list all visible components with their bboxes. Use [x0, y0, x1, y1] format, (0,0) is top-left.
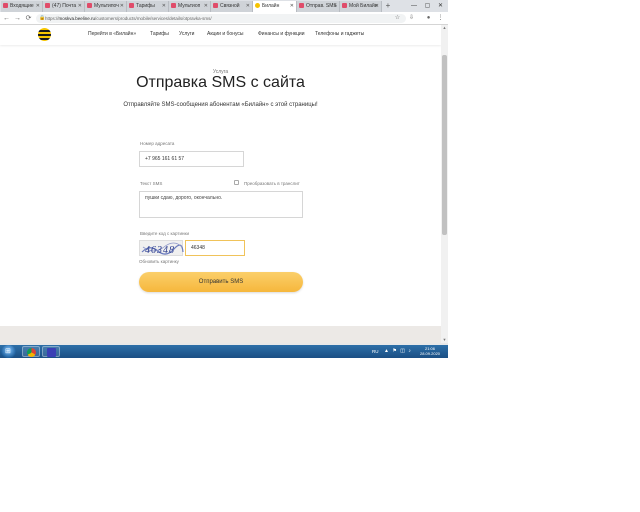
extension-icon[interactable]: ⇩ — [407, 13, 416, 24]
sms-label: Текст SMS — [140, 181, 163, 186]
captcha-label: Введите код с картинки — [140, 231, 189, 236]
taskbar-app[interactable] — [42, 346, 60, 357]
browser-tabstrip: Входящие ✕ (47) Почта ✕ Мультипоч ✕ Тарифы ✕… — [0, 0, 448, 12]
send-sms-button[interactable]: Отправить SMS — [139, 272, 303, 292]
tray-icons[interactable]: ▲ ⚑ ◫ ♪ — [384, 348, 412, 354]
windows-logo-icon: ⊞ — [5, 348, 11, 355]
clock-date: 28.09.2020 — [420, 351, 441, 356]
forward-icon[interactable]: → — [13, 13, 22, 24]
system-tray: RU ▲ ⚑ ◫ ♪ 21:06 28.09.2020 — [368, 345, 448, 358]
tab-6-active[interactable]: Билайн ✕ — [253, 1, 297, 12]
tab-4[interactable]: Мультиоп ✕ — [169, 1, 211, 12]
tab-label: (47) Почта — [52, 3, 77, 9]
new-tab-button[interactable]: + — [383, 1, 393, 11]
app-icon — [47, 348, 56, 357]
translit-label: Преобразовать в транслит — [244, 181, 300, 186]
beeline-favicon-icon — [255, 3, 260, 9]
tab-favicon-icon — [171, 3, 176, 9]
tab-5[interactable]: Связной ✕ — [211, 1, 253, 12]
taskbar-chrome[interactable] — [22, 346, 40, 357]
beeline-logo[interactable] — [38, 28, 51, 41]
menu-icon[interactable]: ⋮ — [436, 13, 445, 24]
footer-band — [0, 326, 441, 343]
tab-label: Тарифы — [136, 3, 155, 9]
url-path: /customers/products/mobile/services/deta… — [95, 16, 212, 21]
taskbar: ⊞ RU ▲ ⚑ ◫ ♪ 21:06 28.09.2020 — [0, 345, 448, 358]
tab-favicon-icon — [45, 3, 50, 9]
tab-favicon-icon — [129, 3, 134, 9]
chrome-icon — [27, 348, 36, 357]
nav-item-akcii[interactable]: Акции и бонусы — [207, 31, 244, 37]
start-button[interactable]: ⊞ — [1, 345, 16, 358]
tab-close-icon[interactable]: ✕ — [78, 1, 82, 12]
tab-close-icon[interactable]: ✕ — [246, 1, 250, 12]
lock-icon: 🔒 — [39, 15, 46, 21]
tab-3[interactable]: Тарифы ✕ — [127, 1, 169, 12]
browser-toolbar: ← → ⟳ 🔒 https://moskva.beeline.ru/custome… — [0, 12, 448, 25]
captcha-picture: 46348 — [141, 242, 184, 256]
tab-favicon-icon — [87, 3, 92, 9]
tab-label: Билайн — [262, 3, 280, 9]
back-icon[interactable]: ← — [2, 13, 11, 24]
url-host: moskva.beeline.ru — [58, 16, 96, 21]
clock[interactable]: 21:06 28.09.2020 — [420, 346, 440, 356]
captcha-image: 46348 — [139, 240, 184, 256]
tab-close-icon[interactable]: ✕ — [290, 1, 294, 12]
tab-label: Связной — [220, 3, 240, 9]
tab-2[interactable]: Мультипоч ✕ — [85, 1, 127, 12]
bookmark-star-icon[interactable]: ☆ — [393, 13, 402, 24]
captcha-input[interactable]: 46348 — [185, 240, 245, 256]
page-subtitle: Отправляйте SMS-сообщения абонентам «Бил… — [123, 102, 318, 108]
phone-label: Номер адресата — [140, 141, 175, 146]
screen: Входящие ✕ (47) Почта ✕ Мультипоч ✕ Тарифы ✕… — [0, 0, 448, 358]
translit-checkbox[interactable] — [234, 180, 239, 185]
nav-item-finansy[interactable]: Финансы и функции — [258, 31, 305, 37]
tab-label: Мультиоп — [178, 3, 201, 9]
tab-label: Мой Билайн — [349, 3, 378, 9]
nav-item-perejti[interactable]: Перейти в «Билайн» — [88, 31, 136, 37]
page-title: Отправка SMS с сайта — [136, 74, 305, 91]
tab-close-icon[interactable]: ✕ — [375, 1, 379, 12]
tab-favicon-icon — [3, 3, 8, 9]
tab-favicon-icon — [342, 3, 347, 9]
tab-favicon-icon — [213, 3, 218, 9]
reload-icon[interactable]: ⟳ — [24, 13, 33, 24]
scroll-up-icon[interactable]: ▲ — [441, 25, 448, 31]
nav-item-uslugi[interactable]: Услуги — [179, 31, 194, 37]
nav-item-tarify[interactable]: Тарифы — [150, 31, 169, 37]
window-controls[interactable]: — ▢ ✕ — [411, 0, 446, 12]
sms-textarea[interactable]: пушки сдаю, дорого, окончально. — [139, 191, 303, 218]
captcha-text: 46348 — [145, 245, 175, 256]
site-nav: Перейти в «Билайн» Тарифы Услуги Акции и… — [0, 25, 441, 45]
nav-item-telefony[interactable]: Телефоны и гаджеты — [315, 31, 364, 37]
tab-label: Входящие — [10, 3, 34, 9]
address-bar[interactable]: 🔒 https://moskva.beeline.ru/customers/pro… — [36, 14, 406, 23]
scroll-thumb[interactable] — [442, 55, 447, 235]
tab-8[interactable]: Мой Билайн ✕ — [340, 1, 382, 12]
tab-close-icon[interactable]: ✕ — [120, 1, 124, 12]
url-prefix: https:// — [45, 16, 59, 21]
page-scrollbar[interactable]: ▲ ▼ — [441, 25, 448, 343]
page-viewport: Перейти в «Билайн» Тарифы Услуги Акции и… — [0, 25, 441, 343]
profile-icon[interactable]: ● — [424, 13, 433, 24]
tab-close-icon[interactable]: ✕ — [204, 1, 208, 12]
tab-label: Мультипоч — [94, 3, 119, 9]
phone-input[interactable]: +7 965 161 61 57 — [139, 151, 244, 167]
tab-close-icon[interactable]: ✕ — [162, 1, 166, 12]
tab-favicon-icon — [299, 3, 304, 9]
tab-0[interactable]: Входящие ✕ — [1, 1, 43, 12]
tab-1[interactable]: (47) Почта ✕ — [43, 1, 85, 12]
language-indicator[interactable]: RU — [372, 349, 379, 354]
tab-close-icon[interactable]: ✕ — [36, 1, 40, 12]
tab-close-icon[interactable]: ✕ — [333, 1, 337, 12]
tab-7[interactable]: Отправ. SMS ✕ — [297, 1, 340, 12]
change-picture-link[interactable]: Обновить картинку — [139, 259, 179, 264]
